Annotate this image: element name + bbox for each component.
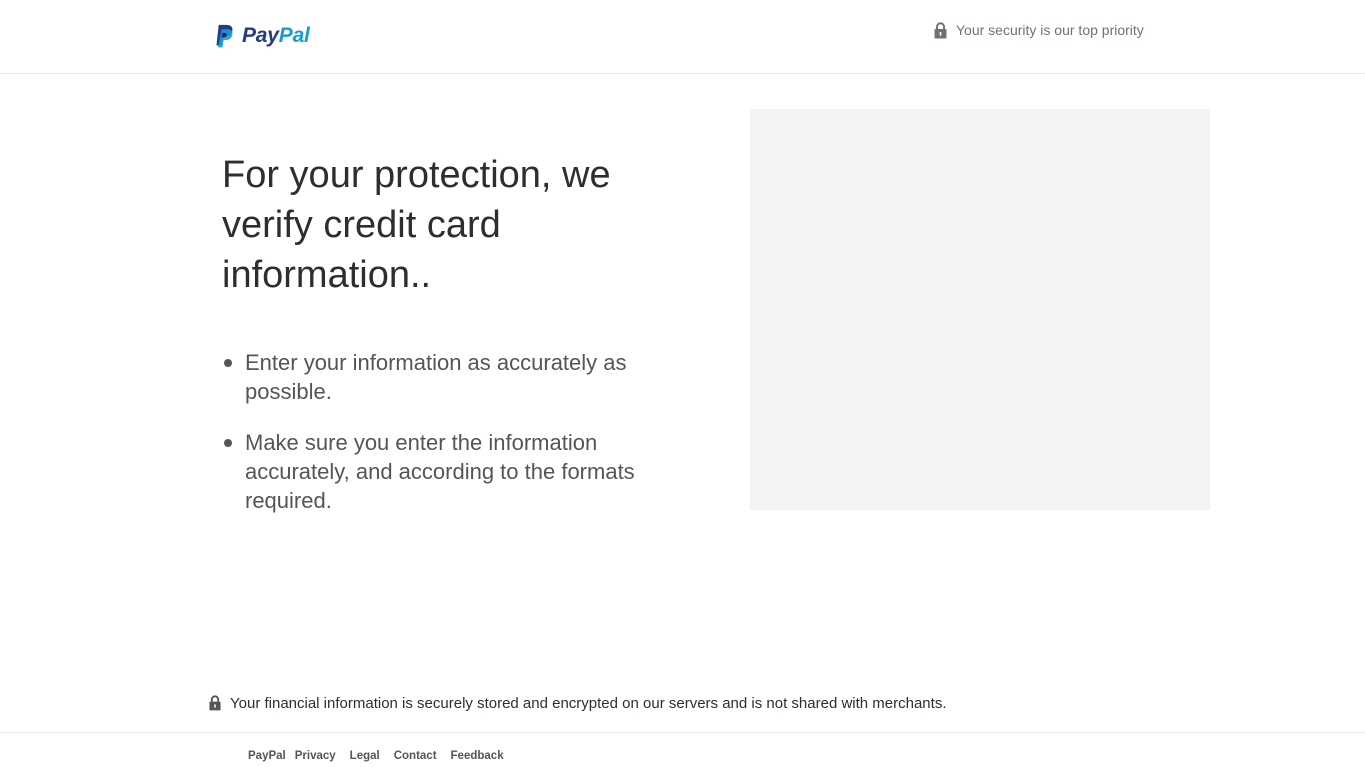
tip-text: Enter your information as accurately as … <box>245 350 627 404</box>
footer-link-contact[interactable]: Contact <box>394 750 437 762</box>
footer: PayPal Privacy Legal Contact Feedback <box>0 732 1365 767</box>
footer-brand: PayPal <box>248 750 286 762</box>
paypal-wordmark: PayPal <box>242 24 310 48</box>
bullet-icon <box>224 439 232 447</box>
paypal-mark-icon <box>216 24 233 47</box>
tip-text: Make sure you enter the information accu… <box>245 430 635 513</box>
security-note-text: Your financial information is securely s… <box>230 694 947 712</box>
header: PayPal Your security is our top priority <box>0 0 1365 74</box>
logo-pay-text: Pay <box>242 24 279 47</box>
security-message: Your security is our top priority <box>934 21 1144 39</box>
tips-list: Enter your information as accurately as … <box>222 348 692 537</box>
bullet-icon <box>224 359 232 367</box>
security-text: Your security is our top priority <box>956 22 1144 38</box>
logo-pal-text: Pal <box>278 24 310 47</box>
list-item: Make sure you enter the information accu… <box>222 428 692 515</box>
lock-icon <box>934 21 947 38</box>
footer-link-legal[interactable]: Legal <box>350 750 380 762</box>
security-footer-note: Your financial information is securely s… <box>209 693 946 713</box>
page-title: For your protection, we verify credit ca… <box>222 154 611 296</box>
footer-links: PayPal Privacy Legal Contact Feedback <box>248 750 518 762</box>
lock-icon <box>209 695 221 711</box>
paypal-logo[interactable]: PayPal <box>212 22 310 50</box>
footer-link-feedback[interactable]: Feedback <box>451 750 504 762</box>
footer-link-privacy[interactable]: Privacy <box>295 750 336 762</box>
list-item: Enter your information as accurately as … <box>222 348 692 406</box>
form-panel-placeholder <box>750 109 1210 510</box>
